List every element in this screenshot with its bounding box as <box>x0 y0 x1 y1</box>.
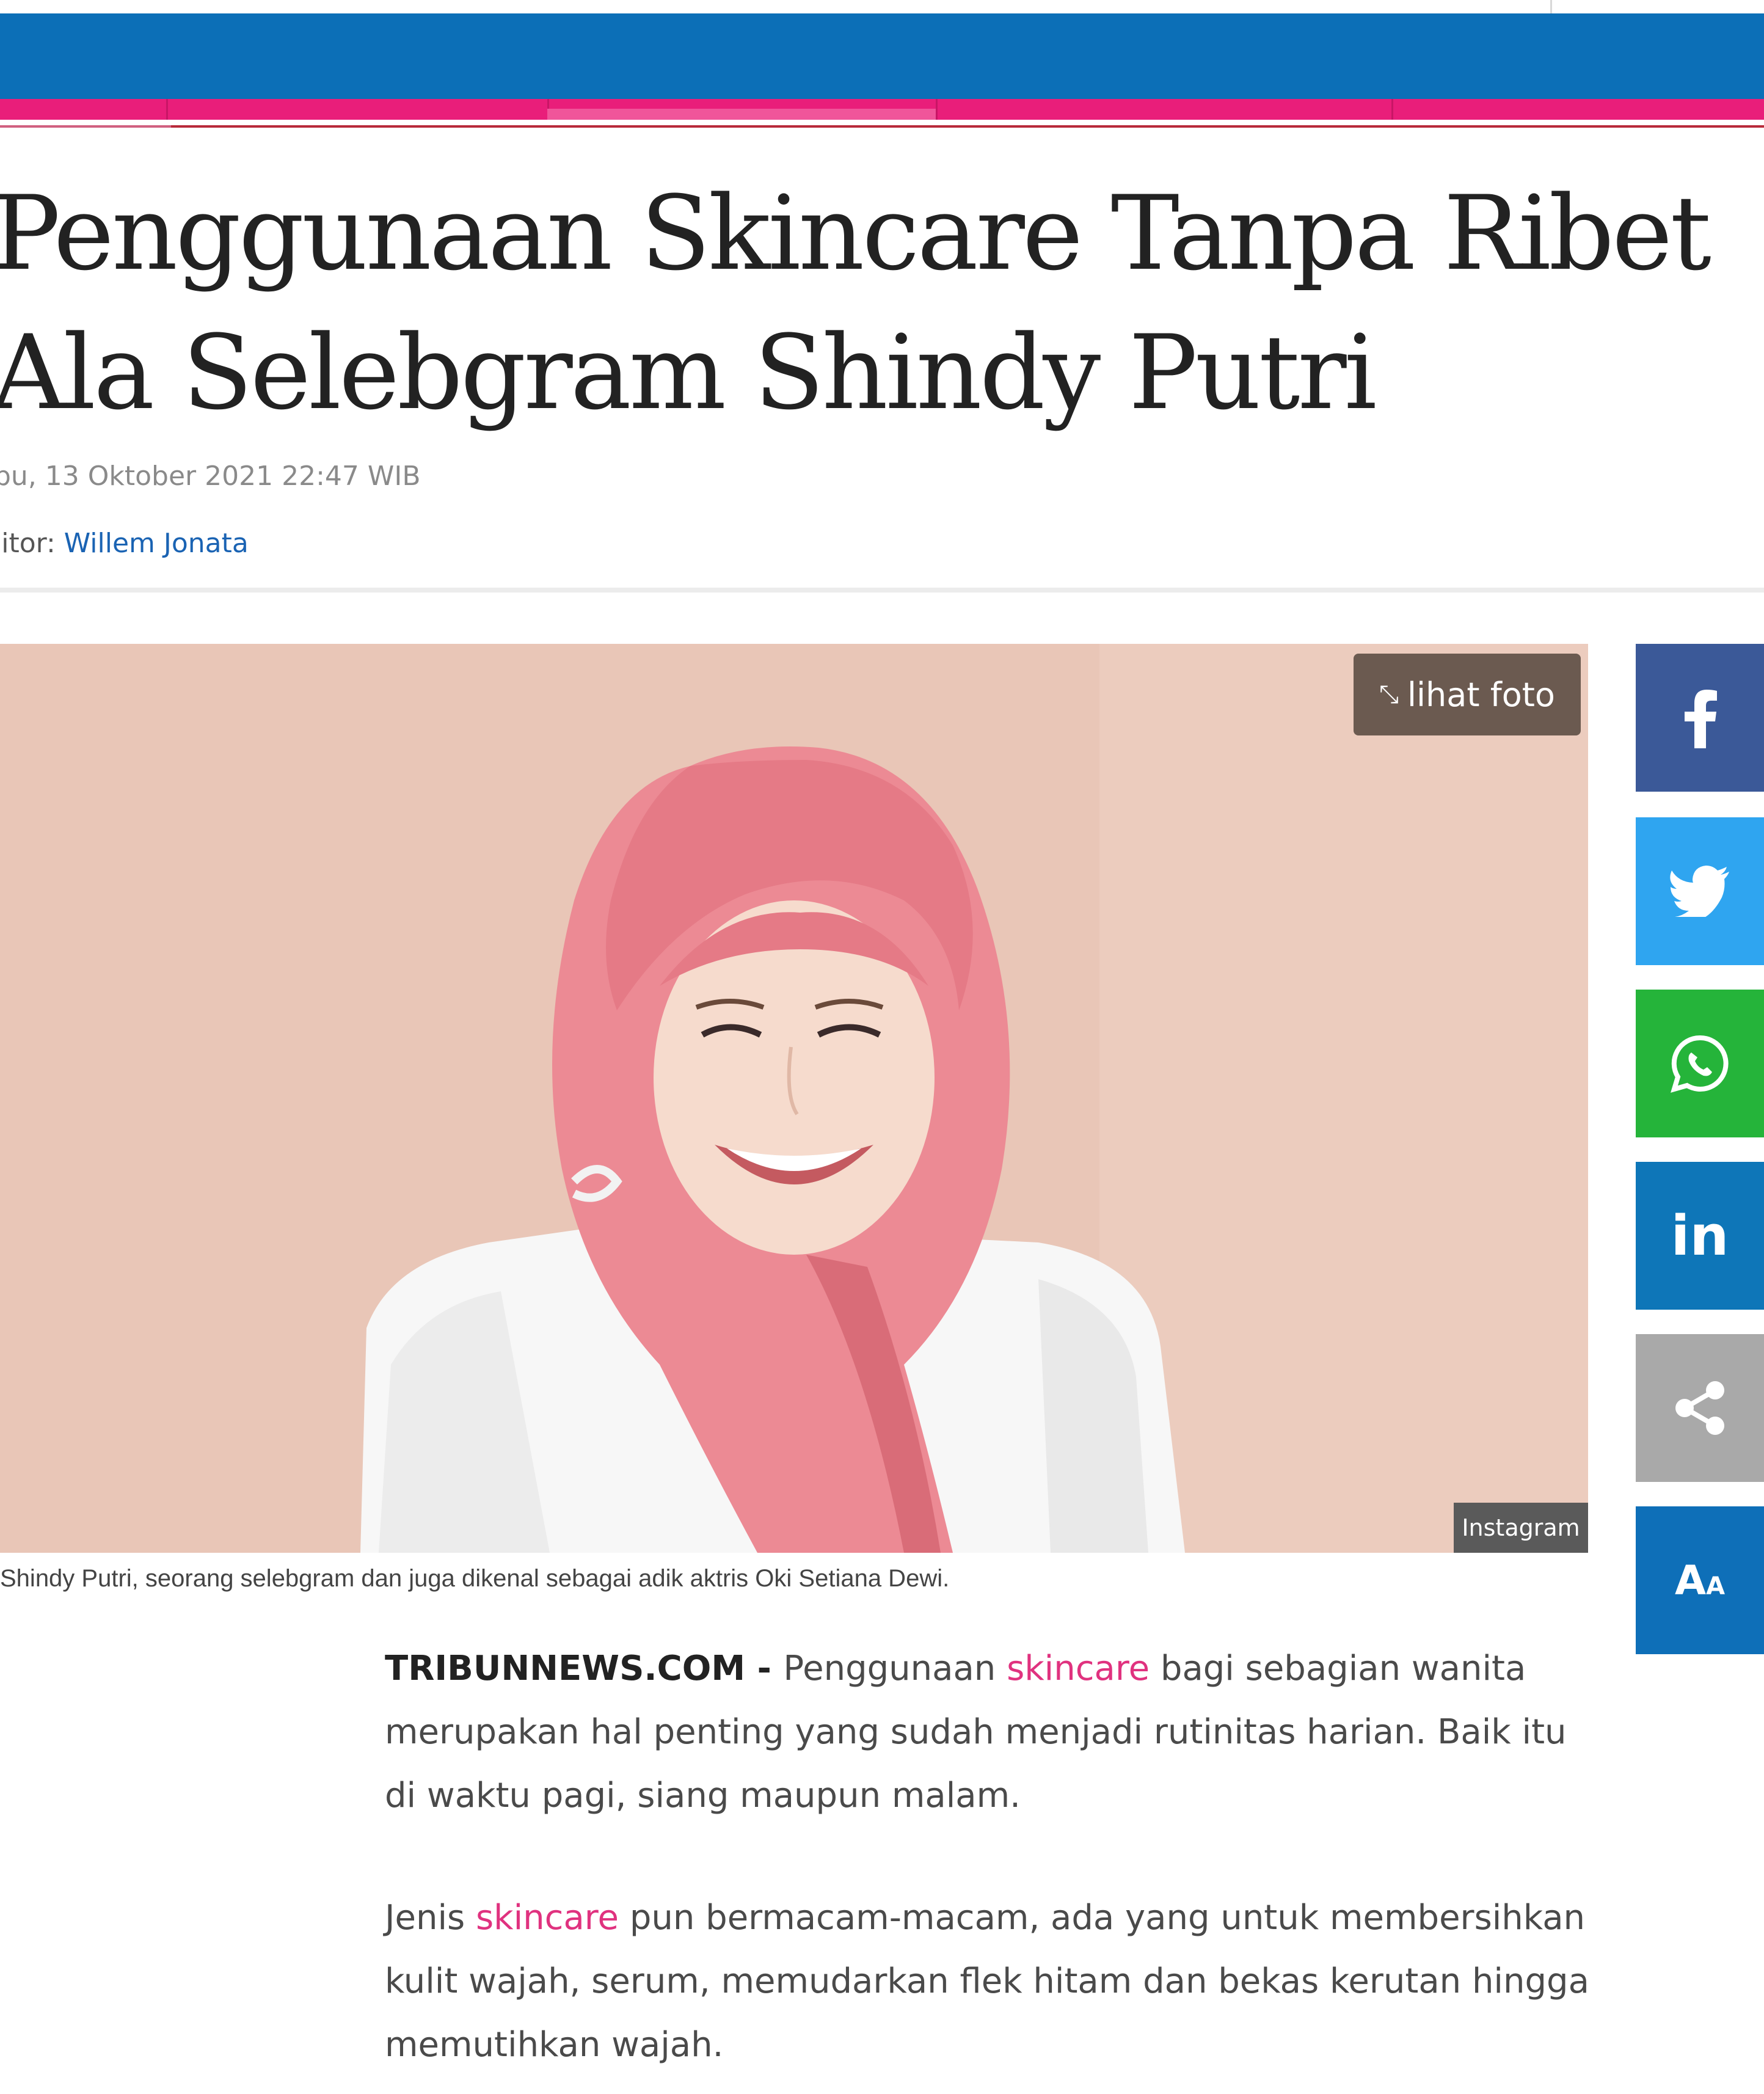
header-rule-accent <box>0 125 171 128</box>
whatsapp-icon <box>1671 1035 1729 1093</box>
share-twitter-button[interactable] <box>1636 817 1764 965</box>
site-header-bar[interactable] <box>0 13 1764 99</box>
article-photo[interactable] <box>0 644 1588 1553</box>
nav-separator <box>166 99 168 120</box>
view-photo-button[interactable]: ⤡ lihat foto <box>1354 654 1581 735</box>
keyword-link[interactable]: skincare <box>476 1898 619 1938</box>
photo-caption: Shindy Putri, seorang selebgram dan juga… <box>0 1565 950 1592</box>
article-paragraph: TRIBUNNEWS.COM - Penggunaan skincare bag… <box>385 1637 1606 1828</box>
share-whatsapp-button[interactable] <box>1636 990 1764 1137</box>
linkedin-icon: in <box>1671 1203 1729 1268</box>
share-more-button[interactable] <box>1636 1334 1764 1482</box>
news-source: TRIBUNNEWS.COM - <box>385 1649 784 1688</box>
share-icon <box>1675 1381 1724 1435</box>
nav-separator <box>1391 99 1393 120</box>
expand-icon: ⤡ <box>1379 680 1399 709</box>
article-date: bu, 13 Oktober 2021 22:47 WIB <box>0 461 421 492</box>
photo-credit: Instagram <box>1454 1503 1588 1553</box>
article-editor: litor: Willem Jonata <box>0 528 249 559</box>
font-size-icon: AA <box>1674 1556 1726 1604</box>
article-title: Penggunaan Skincare Tanpa Ribet Ala Sele… <box>0 173 1711 432</box>
header-rule <box>0 125 1764 128</box>
view-photo-label: lihat foto <box>1407 675 1555 714</box>
top-strip <box>0 0 1764 13</box>
paragraph-text: Jenis <box>385 1898 476 1938</box>
share-facebook-button[interactable] <box>1636 644 1764 792</box>
article-paragraph: Jenis skincare pun bermacam-macam, ada y… <box>385 1886 1606 2077</box>
editor-name-link[interactable]: Willem Jonata <box>64 528 249 559</box>
font-size-button[interactable]: AA <box>1636 1506 1764 1654</box>
share-linkedin-button[interactable]: in <box>1636 1162 1764 1310</box>
photo-illustration <box>0 644 1588 1553</box>
nav-separator <box>936 99 938 120</box>
meta-divider <box>0 588 1764 593</box>
twitter-icon <box>1669 866 1729 917</box>
facebook-icon <box>1685 690 1717 748</box>
paragraph-text: Penggunaan <box>783 1649 1007 1688</box>
nav-active-indicator <box>547 109 936 120</box>
editor-label: litor: <box>0 528 64 559</box>
article-body: TRIBUNNEWS.COM - Penggunaan skincare bag… <box>385 1637 1606 2094</box>
keyword-link[interactable]: skincare <box>1007 1649 1150 1688</box>
top-strip-divider <box>1550 0 1552 13</box>
